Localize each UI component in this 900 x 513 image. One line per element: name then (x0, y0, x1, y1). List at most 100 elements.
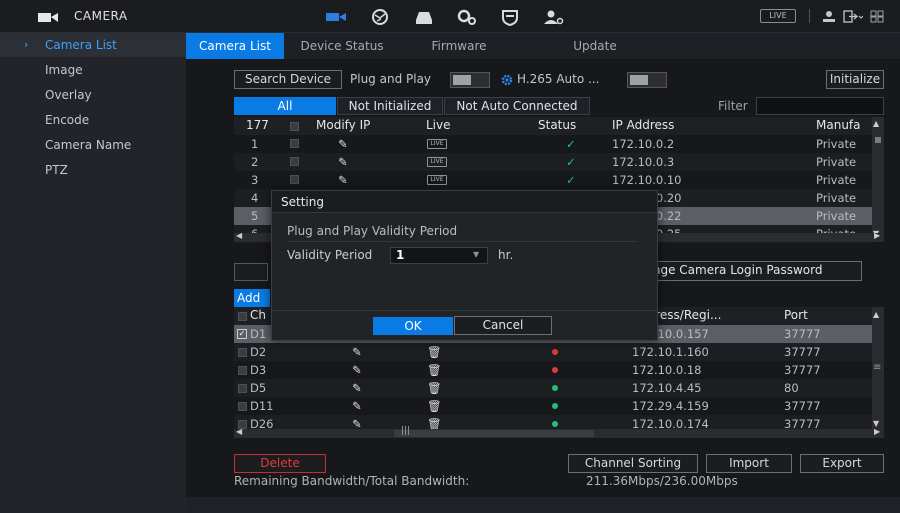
sidebar-item-ptz[interactable]: PTZ (0, 158, 186, 182)
scroll-right-arrow-icon[interactable]: ▶ (874, 427, 880, 436)
sidebar-item-label: PTZ (45, 163, 68, 177)
trash-icon[interactable]: 🗑 (427, 379, 442, 397)
manufacturer: Private (816, 137, 857, 151)
gear-icon[interactable] (501, 74, 513, 86)
column-header-live: Live (426, 118, 451, 132)
row-checkbox[interactable] (238, 384, 247, 393)
row-checkbox[interactable] (238, 402, 247, 411)
port: 37777 (784, 399, 821, 413)
tab-camera-list[interactable]: Camera List (186, 33, 284, 59)
filter-input[interactable] (756, 97, 884, 115)
column-header-manufacturer: Manufa (816, 118, 860, 132)
edit-pencil-icon[interactable]: ✎ (352, 379, 362, 397)
row-number: 3 (251, 173, 259, 187)
table-row[interactable]: D11 ✎ 🗑 172.29.4.159 37777 (234, 397, 872, 415)
table-row[interactable]: D3 ✎ 🗑 172.10.0.18 37777 (234, 361, 872, 379)
row-checkbox[interactable] (290, 157, 299, 166)
filter-tab-not-auto-connected[interactable]: Not Auto Connected (444, 97, 590, 115)
channel-name: D3 (250, 363, 267, 377)
initialize-button[interactable]: Initialize (826, 70, 884, 89)
live-preview-icon[interactable]: LIVE (427, 157, 447, 167)
channel-sorting-button[interactable]: Channel Sorting (568, 454, 698, 473)
sidebar-item-encode[interactable]: Encode (0, 108, 186, 132)
table-row[interactable]: 1 ✎ LIVE ✓ 172.10.0.2 Private (234, 135, 872, 153)
ip-address: 172.10.0.2 (612, 137, 675, 151)
edit-pencil-icon[interactable]: ✎ (338, 171, 348, 189)
row-checkbox[interactable] (290, 175, 299, 184)
column-header-ip-address: IP Address (612, 118, 675, 132)
trash-icon[interactable]: 🗑 (427, 361, 442, 379)
filter-tab-not-initialized[interactable]: Not Initialized (337, 97, 443, 115)
sidebar-item-label: Image (45, 63, 83, 77)
sidebar-item-overlay[interactable]: Overlay (0, 83, 186, 107)
user-icon[interactable] (822, 10, 836, 23)
table-row[interactable]: D2 ✎ 🗑 172.10.1.160 37777 (234, 343, 872, 361)
added-table-body: ✓D1✎🗑172.10.0.15737777D2✎🗑172.10.1.16037… (234, 325, 872, 433)
manufacturer: Private (816, 155, 857, 169)
edit-pencil-icon[interactable]: ✎ (338, 153, 348, 171)
live-preview-icon[interactable]: LIVE (427, 139, 447, 149)
ip-address: 172.10.0.18 (632, 363, 702, 377)
security-shield-icon[interactable] (497, 7, 523, 27)
scroll-handle-icon[interactable]: ≡ (873, 362, 881, 373)
tab-update[interactable]: Update (520, 33, 670, 59)
system-settings-icon[interactable] (454, 7, 480, 27)
apps-grid-icon[interactable] (870, 10, 884, 23)
sidebar-item-camera-name[interactable]: Camera Name (0, 133, 186, 157)
live-preview-icon[interactable]: LIVE (427, 175, 447, 185)
table-row[interactable]: 2 ✎ LIVE ✓ 172.10.0.3 Private (234, 153, 872, 171)
validity-period-select[interactable]: 1 ▼ (390, 247, 488, 264)
trash-icon[interactable]: 🗑 (427, 343, 442, 361)
tab-firmware[interactable]: Firmware (400, 33, 518, 59)
edit-pencil-icon[interactable]: ✎ (352, 343, 362, 361)
row-checkbox[interactable] (238, 348, 247, 357)
h265-auto-toggle[interactable] (627, 72, 667, 88)
table-row[interactable]: 3 ✎ LIVE ✓ 172.10.0.10 Private (234, 171, 872, 189)
sidebar-item-image[interactable]: Image (0, 58, 186, 82)
account-settings-icon[interactable] (541, 7, 567, 27)
delete-button[interactable]: Delete (234, 454, 326, 473)
edit-pencil-icon[interactable]: ✎ (338, 135, 348, 153)
dialog-title-bar: Setting (272, 191, 657, 213)
scroll-up-arrow-icon[interactable]: ▲ (873, 119, 879, 128)
checked-checkbox-icon[interactable]: ✓ (237, 329, 247, 339)
logout-icon[interactable] (843, 10, 863, 23)
trash-icon[interactable]: 🗑 (427, 397, 442, 415)
edit-pencil-icon[interactable]: ✎ (352, 397, 362, 415)
add-button[interactable]: Add (234, 289, 270, 307)
scroll-left-arrow-icon[interactable]: ◀ (236, 427, 242, 436)
bandwidth-label: Remaining Bandwidth/Total Bandwidth: (234, 474, 470, 488)
scroll-left-arrow-icon[interactable]: ◀ (236, 231, 242, 240)
live-view-button[interactable]: LIVE (760, 9, 796, 23)
sidebar-item-label: Encode (45, 113, 90, 127)
camera-icon (38, 13, 58, 22)
connection-status-dot (552, 349, 558, 355)
chevron-down-icon: ▼ (473, 250, 480, 259)
select-all-checkbox[interactable] (290, 122, 299, 131)
setting-dialog: Setting Plug and Play Validity Period Va… (271, 190, 658, 341)
cancel-button[interactable]: Cancel (454, 316, 552, 335)
edit-pencil-icon[interactable]: ✎ (352, 361, 362, 379)
sidebar-item-camera-list[interactable]: › Camera List (0, 33, 186, 57)
camera-menu-icon[interactable] (323, 7, 349, 27)
added-table-hscrollbar[interactable]: ◀ ||| ▶ (234, 426, 884, 438)
scroll-up-arrow-icon[interactable]: ▲ (873, 310, 879, 319)
filter-tab-all[interactable]: All (234, 97, 336, 115)
manual-add-button[interactable] (234, 263, 268, 281)
network-icon[interactable] (367, 7, 393, 27)
export-button[interactable]: Export (800, 454, 884, 473)
table-row[interactable]: D5 ✎ 🗑 172.10.4.45 80 (234, 379, 872, 397)
search-device-button[interactable]: Search Device (234, 70, 342, 89)
device-table-scrollbar[interactable]: ▲ ▼ (872, 117, 884, 242)
import-button[interactable]: Import (706, 454, 792, 473)
row-checkbox[interactable] (290, 139, 299, 148)
tab-device-status[interactable]: Device Status (286, 33, 398, 59)
select-all-added-checkbox[interactable] (238, 312, 247, 321)
storage-icon[interactable] (411, 7, 437, 27)
added-table-scrollbar[interactable]: ▲ ≡ ▼ (872, 307, 884, 433)
plug-and-play-toggle[interactable] (450, 72, 490, 88)
scroll-right-arrow-icon[interactable]: ▶ (874, 231, 880, 240)
plug-and-play-label: Plug and Play (350, 72, 432, 86)
row-checkbox[interactable] (238, 366, 247, 375)
ok-button[interactable]: OK (373, 317, 453, 335)
